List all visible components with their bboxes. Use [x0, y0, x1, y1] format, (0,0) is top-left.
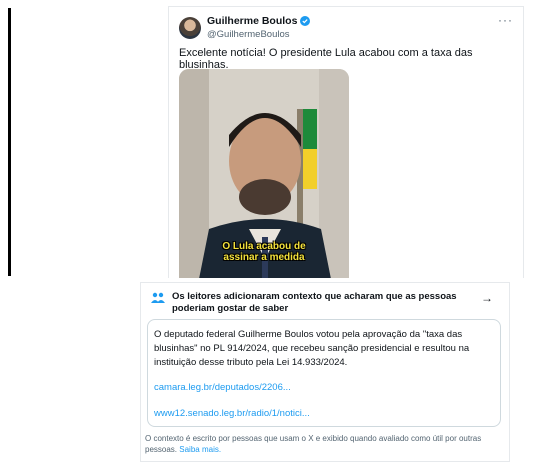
video-caption: O Lula acabou de assinar a medida: [222, 241, 306, 263]
source-link-camara[interactable]: camara.leg.br/deputados/2206...: [154, 382, 291, 393]
community-note-footer: O contexto é escrito por pessoas que usa…: [145, 433, 505, 455]
tweet-text: Excelente notícia! O presidente Lula aca…: [179, 47, 473, 71]
community-note-content: O deputado federal Guilherme Boulos voto…: [147, 319, 501, 427]
community-note-body: O deputado federal Guilherme Boulos voto…: [154, 329, 470, 368]
learn-more-link[interactable]: Saiba mais.: [179, 445, 221, 454]
left-border-bar: [8, 8, 11, 276]
avatar[interactable]: [179, 17, 201, 39]
author-name[interactable]: Guilherme Boulos: [207, 15, 297, 27]
name-row: Guilherme Boulos: [207, 15, 311, 27]
tweet-card[interactable]: Guilherme Boulos @GuilhermeBoulos ··· Ex…: [168, 6, 524, 278]
community-note-title: Os leitores adicionaram contexto que ach…: [172, 291, 457, 314]
people-icon: [151, 292, 165, 303]
tweet-video[interactable]: O Lula acabou de assinar a medida: [179, 69, 349, 278]
community-note: Os leitores adicionaram contexto que ach…: [140, 282, 510, 462]
source-link-senado[interactable]: www12.senado.leg.br/radio/1/notici...: [154, 408, 310, 419]
community-note-header[interactable]: Os leitores adicionaram contexto que ach…: [141, 283, 509, 317]
author-block: Guilherme Boulos @GuilhermeBoulos: [207, 15, 311, 40]
verified-badge-icon: [300, 16, 311, 26]
arrow-right-icon[interactable]: →: [481, 291, 493, 305]
more-dots-icon[interactable]: ···: [498, 13, 513, 27]
author-handle[interactable]: @GuilhermeBoulos: [207, 29, 310, 40]
